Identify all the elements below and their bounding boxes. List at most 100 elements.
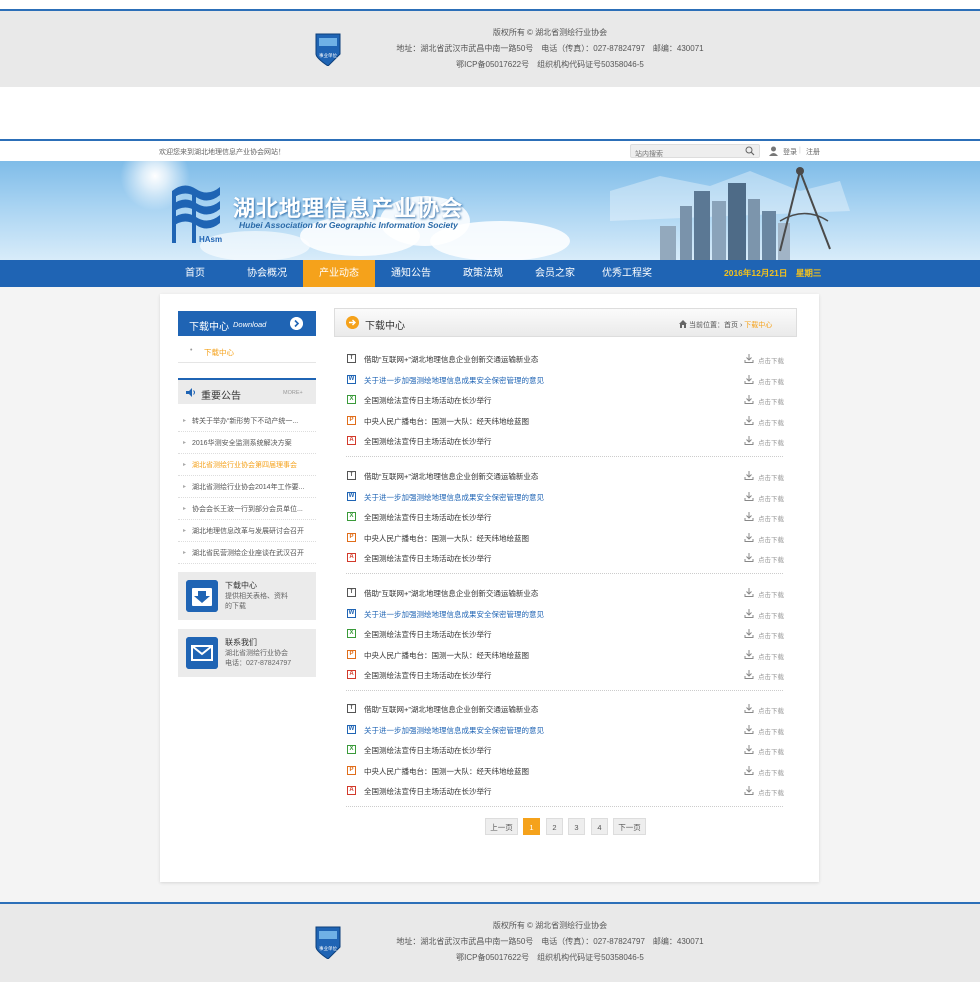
download-center-box[interactable]: 下载中心 提供相关表格、资料 的下载 [178, 572, 316, 620]
notice-item[interactable]: ▸ 湖北省测绘行业协会2014年工作要... [178, 476, 316, 498]
download-link[interactable]: 点击下载 [758, 376, 784, 386]
download-link[interactable]: 点击下载 [758, 437, 784, 447]
nav-item-about[interactable]: 协会概况 [236, 260, 298, 287]
download-link[interactable]: 点击下载 [758, 513, 784, 523]
download-link[interactable]: 点击下载 [758, 589, 784, 599]
notice-item[interactable]: ▸ 2016华测安全监测系统解决方案 [178, 432, 316, 454]
download-row-title: 全国测绘法宣传日主场活动在长沙举行 [364, 396, 492, 405]
page-2-button[interactable]: 2 [546, 818, 563, 835]
download-arrow-icon[interactable] [744, 724, 754, 734]
download-arrow-icon[interactable] [744, 374, 754, 384]
download-row[interactable]: T 借助“互联网+”湖北地理信息企业创新交通运输新业态 点击下载 [346, 349, 786, 370]
download-row[interactable]: P 中央人民广播电台：国测一大队：经天纬地绘蓝图 点击下载 [346, 411, 786, 432]
sidebar-download-header[interactable]: 下载中心 Download [178, 311, 316, 336]
download-arrow-icon[interactable] [744, 532, 754, 542]
page-1-button[interactable]: 1 [523, 818, 540, 835]
search-input[interactable] [631, 148, 741, 161]
download-arrow-icon[interactable] [744, 491, 754, 501]
download-arrow-icon[interactable] [744, 649, 754, 659]
download-arrow-icon[interactable] [744, 765, 754, 775]
download-link[interactable]: 点击下载 [758, 610, 784, 620]
login-link[interactable]: 登录 [783, 147, 797, 157]
download-arrow-icon[interactable] [744, 415, 754, 425]
download-row[interactable]: P 中央人民广播电台：国测一大队：经天纬地绘蓝图 点击下载 [346, 645, 786, 666]
download-arrow-icon[interactable] [744, 354, 754, 363]
download-arrow-icon[interactable] [744, 588, 754, 597]
notice-more-link[interactable]: MORE+ [283, 390, 303, 396]
notice-list: ▸ 转关于举办“新形势下不动产统一... ▸ 2016华测安全监测系统解决方案 ▸ 湖… [178, 410, 316, 564]
nav-item-industry[interactable]: 产业动态 [303, 260, 375, 287]
notice-item[interactable]: ▸ 湖北地理信息改革与发展研讨会召开 [178, 520, 316, 542]
breadcrumb-home[interactable]: 首页 [724, 322, 738, 329]
download-arrow-icon[interactable] [744, 629, 754, 638]
download-link[interactable]: 点击下载 [758, 767, 784, 777]
download-link[interactable]: 点击下载 [758, 746, 784, 756]
nav-item-awards[interactable]: 优秀工程奖 [596, 260, 658, 287]
download-link[interactable]: 点击下载 [758, 355, 784, 365]
download-arrow-icon[interactable] [744, 670, 754, 679]
download-row[interactable]: X 全国测绘法宣传日主场活动在长沙举行 点击下载 [346, 740, 786, 761]
download-row[interactable]: W 关于进一步加强测绘地理信息成果安全保密管理的意见 点击下载 [346, 720, 786, 741]
download-link[interactable]: 点击下载 [758, 651, 784, 661]
prev-page-button[interactable]: 上一页 [485, 818, 518, 835]
download-arrow-icon[interactable] [744, 608, 754, 618]
download-row-title: 全国测绘法宣传日主场活动在长沙举行 [364, 630, 492, 639]
page-3-button[interactable]: 3 [568, 818, 585, 835]
download-row[interactable]: W 关于进一步加强测绘地理信息成果安全保密管理的意见 点击下载 [346, 487, 786, 508]
download-link[interactable]: 点击下载 [758, 705, 784, 715]
arrow-bullet-icon: ▸ [183, 462, 187, 468]
page-4-button[interactable]: 4 [591, 818, 608, 835]
arrow-right-icon[interactable] [290, 317, 303, 330]
download-arrow-icon[interactable] [744, 704, 754, 713]
download-row[interactable]: X 全国测绘法宣传日主场活动在长沙举行 点击下载 [346, 507, 786, 528]
download-link[interactable]: 点击下载 [758, 472, 784, 482]
download-arrow-icon[interactable] [744, 512, 754, 521]
download-link[interactable]: 点击下载 [758, 534, 784, 544]
download-row[interactable]: X 全国测绘法宣传日主场活动在长沙举行 点击下载 [346, 390, 786, 411]
download-link[interactable]: 点击下载 [758, 493, 784, 503]
download-link[interactable]: 点击下载 [758, 417, 784, 427]
download-arrow-icon[interactable] [744, 786, 754, 795]
download-row-title: 全国测绘法宣传日主场活动在长沙举行 [364, 554, 492, 563]
download-row[interactable]: T 借助“互联网+”湖北地理信息企业创新交通运输新业态 点击下载 [346, 699, 786, 720]
nav-item-home[interactable]: 首页 [166, 260, 224, 287]
nav-item-members[interactable]: 会员之家 [524, 260, 586, 287]
download-row[interactable]: P 中央人民广播电台：国测一大队：经天纬地绘蓝图 点击下载 [346, 761, 786, 782]
notice-item[interactable]: ▸ 协会会长王波一行到部分会员单位... [178, 498, 316, 520]
next-page-button[interactable]: 下一页 [613, 818, 646, 835]
download-arrow-icon[interactable] [744, 471, 754, 480]
file-type-icon: X [347, 512, 356, 521]
download-arrow-icon[interactable] [744, 745, 754, 754]
download-arrow-icon[interactable] [744, 395, 754, 404]
download-link[interactable]: 点击下载 [758, 726, 784, 736]
contact-us-box[interactable]: 联系我们 湖北省测绘行业协会 电话：027-87824797 [178, 629, 316, 677]
download-row[interactable]: T 借助“互联网+”湖北地理信息企业创新交通运输新业态 点击下载 [346, 466, 786, 487]
file-type-icon: X [347, 629, 356, 638]
notice-item[interactable]: ▸ 湖北省民营测绘企业座谈在武汉召开 [178, 542, 316, 564]
download-row[interactable]: W 关于进一步加强测绘地理信息成果安全保密管理的意见 点击下载 [346, 370, 786, 391]
download-row[interactable]: P 中央人民广播电台：国测一大队：经天纬地绘蓝图 点击下载 [346, 528, 786, 549]
download-link[interactable]: 点击下载 [758, 787, 784, 797]
sidebar-item-download[interactable]: • 下载中心 [178, 341, 316, 363]
download-row[interactable]: A 全国测绘法宣传日主场活动在长沙举行 点击下载 [346, 665, 786, 686]
download-row[interactable]: A 全国测绘法宣传日主场活动在长沙举行 点击下载 [346, 781, 786, 802]
nav-item-policy[interactable]: 政策法规 [452, 260, 514, 287]
download-row[interactable]: W 关于进一步加强测绘地理信息成果安全保密管理的意见 点击下载 [346, 604, 786, 625]
download-row[interactable]: A 全国测绘法宣传日主场活动在长沙举行 点击下载 [346, 431, 786, 452]
download-link[interactable]: 点击下载 [758, 630, 784, 640]
search-icon[interactable] [745, 146, 755, 156]
download-row[interactable]: X 全国测绘法宣传日主场活动在长沙举行 点击下载 [346, 624, 786, 645]
download-row-title: 借助“互联网+”湖北地理信息企业创新交通运输新业态 [364, 705, 539, 714]
notice-item[interactable]: ▸ 转关于举办“新形势下不动产统一... [178, 410, 316, 432]
download-row[interactable]: A 全国测绘法宣传日主场活动在长沙举行 点击下载 [346, 548, 786, 569]
register-link[interactable]: 注册 [806, 147, 820, 157]
download-arrow-icon[interactable] [744, 553, 754, 562]
download-link[interactable]: 点击下载 [758, 671, 784, 681]
download-row[interactable]: T 借助“互联网+”湖北地理信息企业创新交通运输新业态 点击下载 [346, 583, 786, 604]
download-link[interactable]: 点击下载 [758, 554, 784, 564]
nav-item-notices[interactable]: 通知公告 [380, 260, 442, 287]
download-arrow-icon[interactable] [744, 436, 754, 445]
notice-item[interactable]: ▸ 湖北省测绘行业协会第四届理事会 [178, 454, 316, 476]
sidebar-download-title-en: Download [233, 320, 267, 329]
download-link[interactable]: 点击下载 [758, 396, 784, 406]
